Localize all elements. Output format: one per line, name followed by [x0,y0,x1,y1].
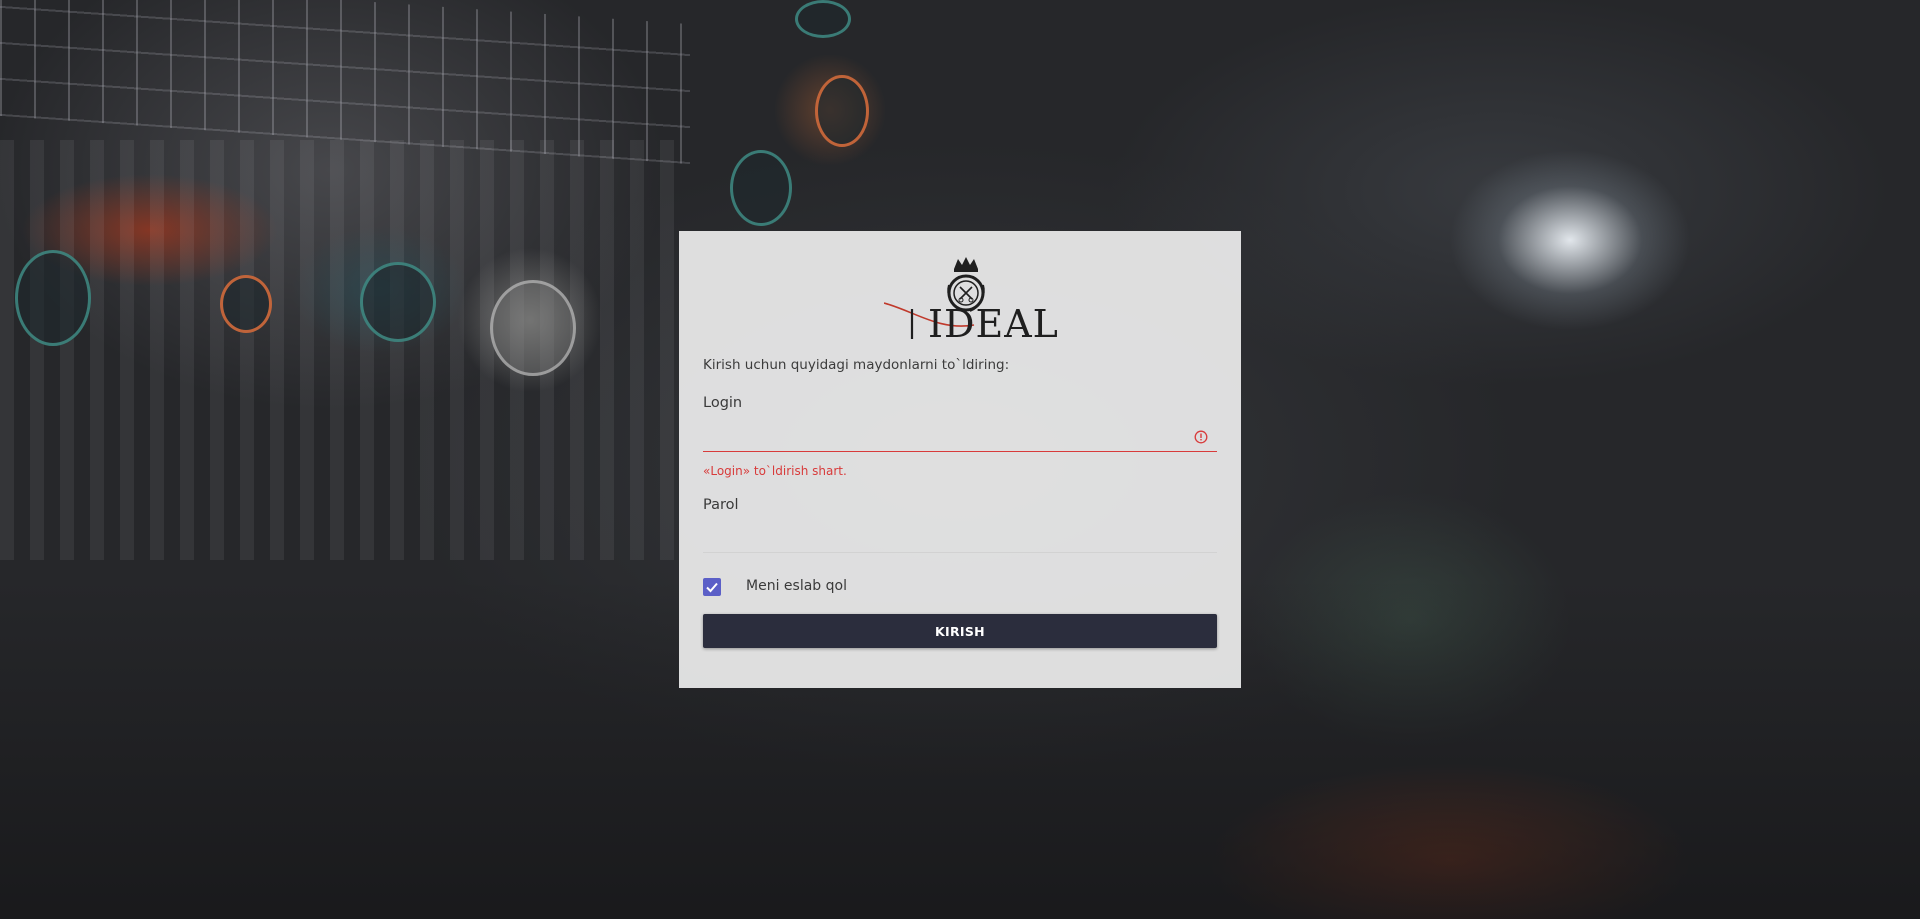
background-spool [730,150,792,226]
login-error-message: «Login» to`ldirish shart. [703,464,847,478]
login-card: IDEAL Kirish uchun quyidagi maydonlarni … [679,231,1241,688]
remember-me-label[interactable]: Meni eslab qol [746,578,847,594]
background-spool [220,275,272,333]
background-spool [815,75,869,147]
background-spool [795,0,851,38]
background-spool [15,250,91,346]
password-input[interactable] [703,524,1217,553]
login-label: Login [703,395,743,411]
brand-logo: IDEAL [884,255,1058,355]
error-circle-icon [1194,430,1208,444]
background-spool [490,280,576,376]
login-submit-button[interactable]: KIRISH [703,614,1217,648]
remember-me-checkbox[interactable] [703,578,721,596]
logo-wordmark: IDEAL [928,302,1059,346]
background-spool [360,262,436,342]
password-label: Parol [703,497,739,513]
login-input[interactable] [703,423,1217,452]
checkmark-icon [706,582,718,593]
background-shelf [0,140,690,560]
form-intro: Kirish uchun quyidagi maydonlarni to`ldi… [703,357,1010,373]
